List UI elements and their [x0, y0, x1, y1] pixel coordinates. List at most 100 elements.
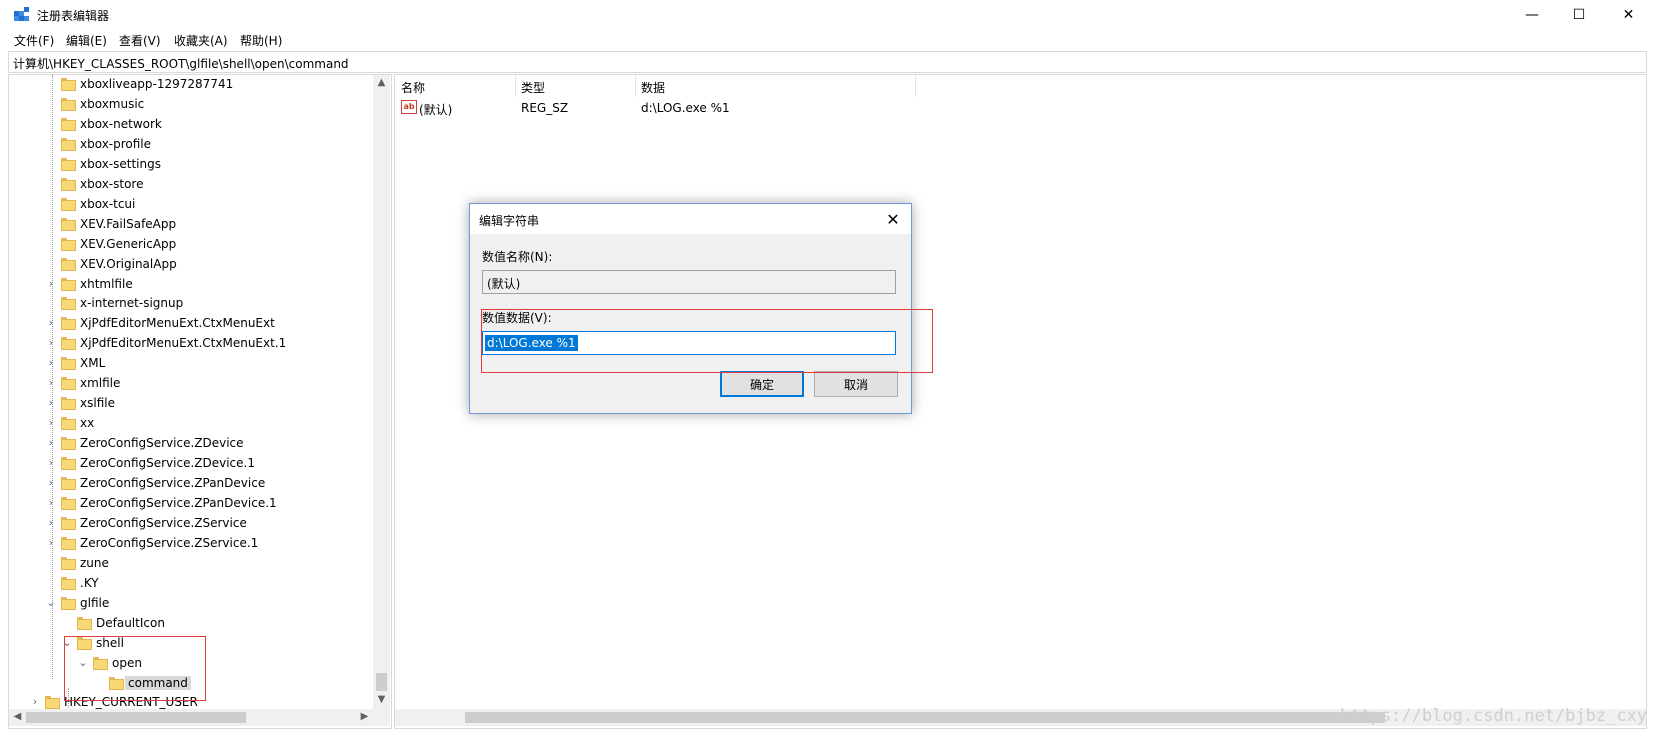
- folder-icon: [61, 317, 76, 331]
- dialog-close-button[interactable]: ✕: [875, 204, 911, 234]
- tree-item[interactable]: XEV.FailSafeApp: [9, 215, 373, 235]
- expand-chevron-icon[interactable]: ›: [45, 476, 57, 489]
- expand-chevron-icon[interactable]: ›: [45, 536, 57, 549]
- tree-item[interactable]: › ZeroConfigService.ZDevice.1: [9, 454, 373, 474]
- collapse-chevron-icon[interactable]: ⌄: [77, 656, 89, 669]
- tree-item-label: ZeroConfigService.ZService: [80, 515, 247, 530]
- tree-item[interactable]: › xmlfile: [9, 374, 373, 394]
- tree-item[interactable]: › ZeroConfigService.ZService: [9, 514, 373, 534]
- tree-item[interactable]: › xx: [9, 414, 373, 434]
- tree-horizontal-scrollbar[interactable]: ◀ ▶: [9, 709, 373, 726]
- tree-item[interactable]: ⌄ glfile: [9, 594, 373, 614]
- watermark: https://blog.csdn.net/bjbz_cxy: [1340, 706, 1648, 726]
- tree-item[interactable]: XEV.OriginalApp: [9, 255, 373, 275]
- tree-hscroll-thumb[interactable]: [26, 712, 246, 723]
- tree-item[interactable]: › ZeroConfigService.ZPanDevice: [9, 474, 373, 494]
- tree-item[interactable]: › HKEY_CURRENT_USER: [9, 693, 373, 709]
- folder-icon: [61, 217, 76, 231]
- expand-chevron-icon[interactable]: ›: [45, 316, 57, 329]
- tree-item[interactable]: xbox-network: [9, 115, 373, 135]
- scroll-right-arrow-icon[interactable]: ▶: [356, 711, 373, 722]
- expand-chevron-icon[interactable]: ›: [45, 277, 57, 290]
- expand-chevron-icon[interactable]: ›: [45, 336, 57, 349]
- values-hscroll-thumb[interactable]: [465, 712, 1385, 723]
- tree-item[interactable]: ⌄ shell: [9, 634, 373, 654]
- tree-item-label: xbox-profile: [80, 136, 152, 151]
- address-bar[interactable]: 计算机\HKEY_CLASSES_ROOT\glfile\shell\open\…: [8, 51, 1647, 73]
- collapse-chevron-icon[interactable]: ⌄: [61, 636, 73, 649]
- tree-item[interactable]: › ZeroConfigService.ZPanDevice.1: [9, 494, 373, 514]
- folder-icon: [61, 437, 76, 451]
- value-name: (默认): [419, 103, 453, 117]
- tree-vertical-scrollbar[interactable]: ▲ ▼: [373, 75, 390, 709]
- expand-chevron-icon[interactable]: ›: [45, 496, 57, 509]
- tree-item-label: open: [112, 655, 142, 670]
- tree-item[interactable]: › xslfile: [9, 394, 373, 414]
- column-header-data[interactable]: 数据: [635, 75, 915, 97]
- tree-item-label: ZeroConfigService.ZDevice.1: [80, 456, 255, 471]
- close-window-button[interactable]: ✕: [1604, 0, 1653, 30]
- folder-icon: [61, 536, 76, 550]
- tree-item[interactable]: xboxliveapp-1297287741: [9, 75, 373, 95]
- folder-icon: [61, 377, 76, 391]
- menu-view[interactable]: 查看(V): [119, 32, 161, 49]
- folder-icon: [77, 636, 92, 650]
- value-row[interactable]: ab (默认) REG_SZ d:\LOG.exe %1: [395, 99, 1295, 117]
- expand-chevron-icon[interactable]: ›: [45, 436, 57, 449]
- expand-chevron-icon[interactable]: ›: [45, 516, 57, 529]
- column-header-type[interactable]: 类型: [515, 75, 635, 97]
- column-header-name[interactable]: 名称: [395, 75, 515, 97]
- tree-item[interactable]: xbox-profile: [9, 135, 373, 155]
- tree-item[interactable]: ⌄ open: [9, 654, 373, 674]
- column-divider[interactable]: [915, 75, 916, 97]
- tree-item[interactable]: .KY: [9, 574, 373, 594]
- address-path: 计算机\HKEY_CLASSES_ROOT\glfile\shell\open\…: [13, 57, 349, 71]
- tree-item-label: xbox-store: [80, 176, 144, 191]
- tree-item[interactable]: DefaultIcon: [9, 614, 373, 634]
- tree-item-label: xbox-tcui: [80, 196, 136, 211]
- folder-icon: [61, 337, 76, 351]
- cancel-button[interactable]: 取消: [814, 371, 898, 397]
- tree-item-label: xmlfile: [80, 376, 121, 391]
- expand-chevron-icon[interactable]: ›: [29, 695, 41, 708]
- tree-item[interactable]: › XML: [9, 354, 373, 374]
- scroll-down-arrow-icon[interactable]: ▼: [373, 694, 390, 705]
- tree-item[interactable]: xbox-tcui: [9, 195, 373, 215]
- tree-item[interactable]: › XjPdfEditorMenuExt.CtxMenuExt.1: [9, 334, 373, 354]
- dialog-title-bar: 编辑字符串 ✕: [470, 204, 911, 234]
- expand-chevron-icon[interactable]: ›: [45, 456, 57, 469]
- maximize-button[interactable]: ☐: [1556, 0, 1602, 30]
- ok-button[interactable]: 确定: [720, 371, 804, 397]
- value-name-label: 数值名称(N):: [482, 250, 553, 264]
- tree-item[interactable]: x-internet-signup: [9, 294, 373, 314]
- tree-item[interactable]: › ZeroConfigService.ZDevice: [9, 434, 373, 454]
- tree-item[interactable]: › XjPdfEditorMenuExt.CtxMenuExt: [9, 314, 373, 334]
- tree-vscroll-thumb[interactable]: [376, 673, 387, 691]
- minimize-button[interactable]: —: [1509, 0, 1555, 30]
- scroll-up-arrow-icon[interactable]: ▲: [373, 77, 390, 88]
- tree-item[interactable]: zune: [9, 554, 373, 574]
- menu-file[interactable]: 文件(F): [14, 32, 54, 49]
- tree-item[interactable]: › xhtmlfile: [9, 275, 373, 295]
- expand-chevron-icon[interactable]: ›: [45, 376, 57, 389]
- value-data-input[interactable]: d:\LOG.exe %1: [482, 331, 896, 355]
- tree-item-label: DefaultIcon: [96, 615, 165, 630]
- tree-item[interactable]: xboxmusic: [9, 95, 373, 115]
- tree-item-label: XEV.GenericApp: [80, 236, 177, 251]
- menu-edit[interactable]: 编辑(E): [66, 32, 107, 49]
- tree-item[interactable]: xbox-store: [9, 175, 373, 195]
- expand-chevron-icon[interactable]: ›: [45, 396, 57, 409]
- scroll-left-arrow-icon[interactable]: ◀: [9, 711, 26, 722]
- menu-favorites[interactable]: 收藏夹(A): [174, 32, 228, 49]
- tree-item[interactable]: XEV.GenericApp: [9, 235, 373, 255]
- tree-item-label: xx: [80, 416, 95, 431]
- tree-item-label: xboxmusic: [80, 96, 145, 111]
- expand-chevron-icon[interactable]: ›: [45, 416, 57, 429]
- collapse-chevron-icon[interactable]: ⌄: [45, 596, 57, 609]
- tree-item[interactable]: › ZeroConfigService.ZService.1: [9, 534, 373, 554]
- tree-item-label: .KY: [80, 575, 99, 590]
- menu-help[interactable]: 帮助(H): [240, 32, 282, 49]
- tree-item[interactable]: command: [9, 674, 373, 694]
- tree-item[interactable]: xbox-settings: [9, 155, 373, 175]
- expand-chevron-icon[interactable]: ›: [45, 356, 57, 369]
